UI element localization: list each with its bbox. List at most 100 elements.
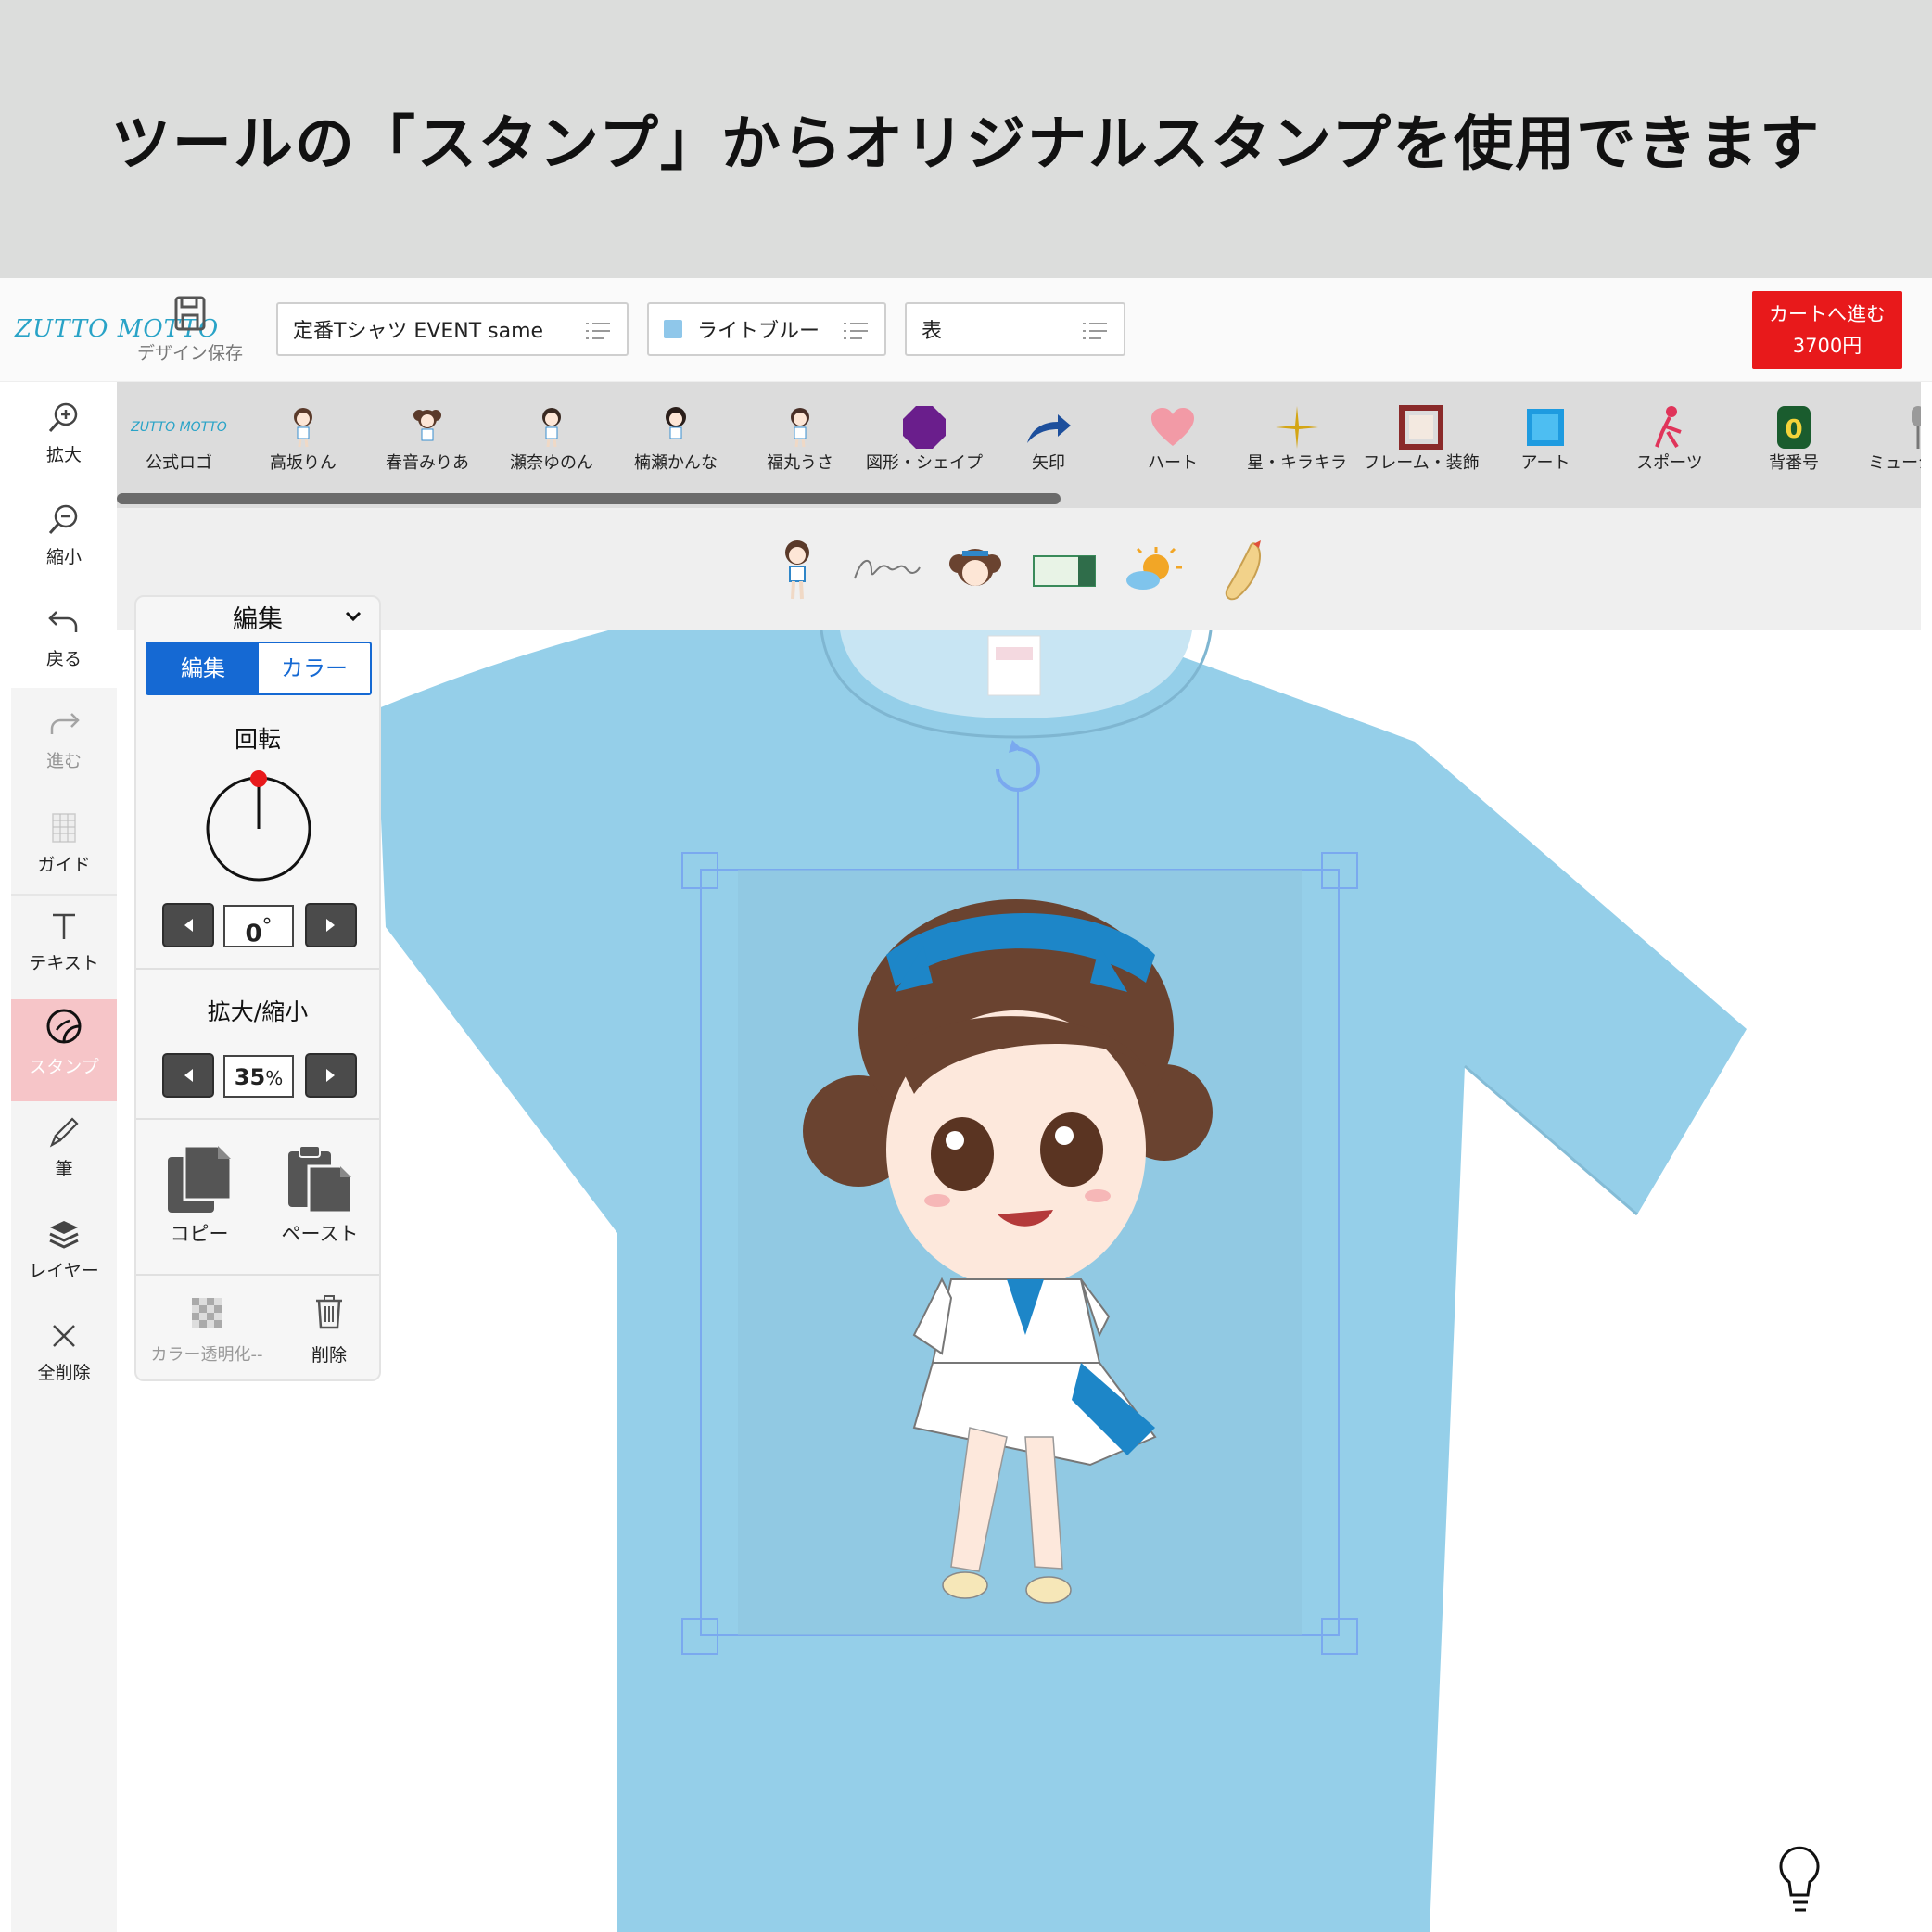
tool-label: 進む: [45, 751, 82, 771]
tool-guide[interactable]: ガイド: [11, 805, 117, 901]
stamp-item[interactable]: [1027, 534, 1101, 608]
stamp-item[interactable]: [1116, 534, 1190, 608]
tab-color[interactable]: カラー: [259, 643, 370, 693]
category-arrows[interactable]: 矢印: [986, 404, 1111, 472]
tool-zoom-in[interactable]: 拡大: [11, 395, 117, 491]
edit-panel-header[interactable]: 編集: [136, 597, 379, 640]
stamp-item[interactable]: [849, 534, 923, 608]
design-canvas[interactable]: [117, 630, 1932, 1932]
tool-layers[interactable]: レイヤー: [11, 1211, 117, 1307]
category-kusunose-kanna[interactable]: 楠瀬かんな: [614, 404, 738, 472]
category-sports[interactable]: スポーツ: [1608, 404, 1732, 472]
stamp-icon: [46, 1009, 82, 1044]
stamp-item[interactable]: [760, 534, 834, 608]
caret-right-icon: [326, 919, 335, 932]
tool-zoom-out[interactable]: 縮小: [11, 497, 117, 593]
edit-panel: 編集 編集 カラー 回転 0° 拡大/縮小 35% コピー ペースト カラー透明…: [134, 595, 381, 1381]
tool-brush[interactable]: 筆: [11, 1109, 117, 1205]
rotation-input[interactable]: 0°: [223, 905, 294, 948]
color-transparent-button[interactable]: カラー透明化--: [142, 1298, 272, 1366]
header-toolbar: ZUTTO MOTTO デザイン保存 定番Tシャツ EVENT same ライト…: [0, 278, 1932, 382]
category-stars[interactable]: 星・キラキラ: [1235, 404, 1359, 472]
copy-label: コピー: [170, 1223, 229, 1245]
tool-clear-all[interactable]: 全削除: [11, 1313, 117, 1409]
category-haruon-miria[interactable]: 春音みりあ: [365, 404, 489, 472]
paste-button[interactable]: ペースト: [273, 1144, 366, 1247]
category-hearts[interactable]: ハート: [1111, 404, 1235, 472]
product-select[interactable]: 定番Tシャツ EVENT same: [276, 302, 629, 356]
tool-text[interactable]: テキスト: [11, 903, 117, 999]
category-shapes[interactable]: 図形・シェイプ: [862, 404, 986, 472]
banner-title: ツールの「スタンプ」からオリジナルスタンプを使用できます: [110, 110, 1822, 179]
sun-cloud-stamp-icon: [1126, 547, 1182, 590]
undo-icon: [48, 611, 78, 632]
fried-shrimp-stamp-icon: [1225, 540, 1261, 601]
rotation-label: 回転: [234, 726, 281, 753]
character-icon: [666, 407, 686, 439]
caret-left-icon: [184, 919, 193, 932]
category-numbers[interactable]: 0 背番号: [1732, 404, 1856, 472]
ticket-stamp-icon: [1033, 555, 1096, 587]
category-art[interactable]: アート: [1483, 404, 1608, 472]
list-icon: [586, 323, 610, 339]
tool-redo[interactable]: 進む: [11, 701, 117, 797]
rotation-stepper: 0°: [162, 903, 357, 948]
character-icon: [542, 408, 561, 448]
copy-icon: [168, 1144, 233, 1213]
tab-edit[interactable]: 編集: [147, 643, 259, 693]
number-icon: 0: [1777, 406, 1811, 449]
rotation-dial[interactable]: [201, 768, 316, 883]
redo-icon: [50, 713, 80, 734]
category-fukumaru-usa[interactable]: 福丸うさ: [738, 404, 862, 472]
caret-left-icon: [184, 1069, 193, 1082]
transparent-label: カラー透明化--: [150, 1345, 263, 1365]
tool-label: 筆: [55, 1159, 73, 1179]
category-frames[interactable]: フレーム・装飾: [1359, 404, 1483, 472]
tool-rail: 拡大 縮小 戻る 進む ガイド テキスト スタンプ 筆 レイヤー 全削除: [11, 382, 117, 1932]
tshirt-preview: [376, 630, 1820, 1932]
panel-title: 編集: [233, 605, 283, 634]
stamp-items-row: [117, 508, 1921, 630]
scale-decrease-button[interactable]: [162, 1053, 214, 1098]
panel-tabs: 編集 カラー: [146, 642, 372, 695]
stamp-item[interactable]: [938, 534, 1012, 608]
character-stamp-icon: [785, 540, 809, 600]
color-select[interactable]: ライトブルー: [647, 302, 886, 356]
paste-label: ペースト: [281, 1223, 359, 1245]
color-swatch: [664, 320, 682, 338]
rotation-decrease-button[interactable]: [162, 903, 214, 947]
list-icon: [844, 323, 868, 339]
sparkle-icon: [1276, 406, 1318, 449]
paste-icon: [288, 1145, 353, 1214]
delete-button[interactable]: 削除: [292, 1294, 366, 1366]
tool-label: 全削除: [37, 1363, 91, 1383]
category-music[interactable]: ミュージック: [1856, 404, 1921, 472]
octagon-icon: [903, 406, 946, 449]
sports-icon: [1655, 406, 1682, 449]
cart-button[interactable]: カートへ進む 3700円: [1752, 291, 1902, 369]
category-sena-yunon[interactable]: 瀬奈ゆのん: [489, 404, 614, 472]
character-icon: [791, 408, 809, 448]
tool-stamp[interactable]: スタンプ: [11, 999, 117, 1101]
tool-undo[interactable]: 戻る: [11, 599, 117, 695]
save-icon: [174, 296, 206, 331]
design-save-button[interactable]: デザイン保存: [130, 295, 250, 373]
text-icon: [53, 913, 75, 939]
character-icon: [413, 410, 441, 441]
scale-increase-button[interactable]: [305, 1053, 357, 1098]
category-kosaka-rin[interactable]: 高坂りん: [241, 404, 365, 472]
scale-input[interactable]: 35%: [223, 1055, 294, 1098]
save-label: デザイン保存: [136, 343, 243, 363]
category-official-logo[interactable]: ZUTTO MOTTO 公式ロゴ: [117, 404, 241, 472]
side-select[interactable]: 表: [905, 302, 1125, 356]
art-icon: [1527, 409, 1564, 446]
category-scrollbar[interactable]: [117, 493, 1061, 504]
rotation-increase-button[interactable]: [305, 903, 357, 947]
delete-label: 削除: [311, 1345, 347, 1366]
banner: ツールの「スタンプ」からオリジナルスタンプを使用できます: [0, 0, 1932, 278]
scale-stepper: 35%: [162, 1053, 357, 1098]
signature-stamp-icon: [854, 560, 921, 579]
stamp-item[interactable]: [1205, 534, 1279, 608]
scale-label: 拡大/縮小: [207, 998, 309, 1025]
copy-button[interactable]: コピー: [155, 1144, 244, 1247]
